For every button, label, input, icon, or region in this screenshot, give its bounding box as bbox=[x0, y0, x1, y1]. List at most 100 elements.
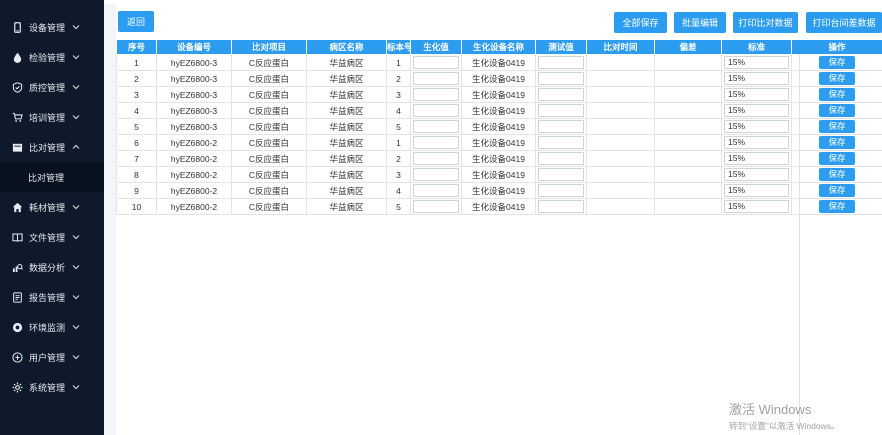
test-value-input[interactable] bbox=[538, 56, 584, 69]
standard-input[interactable]: 15% bbox=[724, 152, 789, 165]
bio-value-input[interactable] bbox=[413, 152, 459, 165]
row-save-button[interactable]: 保存 bbox=[819, 168, 855, 181]
device-id: hyEZ6800-2 bbox=[156, 134, 232, 151]
test-value-input[interactable] bbox=[538, 88, 584, 101]
chevron-down-icon bbox=[72, 353, 80, 361]
sample-number: 1 bbox=[386, 134, 411, 151]
bio-value-cell bbox=[410, 102, 462, 119]
test-value-input[interactable] bbox=[538, 72, 584, 85]
row-save-button[interactable]: 保存 bbox=[819, 136, 855, 149]
test-value-input[interactable] bbox=[538, 184, 584, 197]
sidebar-item-label: 用户管理 bbox=[29, 352, 66, 363]
bio-value-input[interactable] bbox=[413, 104, 459, 117]
content-panel: 返回 全部保存 批量编辑 打印比对数据 打印台间差数据 序号 设备编号 比对项目 病区… bbox=[116, 4, 882, 435]
bio-value-input[interactable] bbox=[413, 168, 459, 181]
row-save-button[interactable]: 保存 bbox=[819, 88, 855, 101]
sidebar-item-9[interactable]: 环境监测 bbox=[0, 312, 104, 342]
bio-device-name: 生化设备0419 bbox=[461, 150, 536, 167]
bio-value-input[interactable] bbox=[413, 200, 459, 213]
sidebar-item-5[interactable]: 耗材管理 bbox=[0, 192, 104, 222]
save-all-button[interactable]: 全部保存 bbox=[614, 12, 667, 33]
bio-value-cell bbox=[410, 118, 462, 135]
compare-time bbox=[586, 70, 655, 87]
chevron-down-icon bbox=[72, 113, 80, 121]
row-save-button[interactable]: 保存 bbox=[819, 200, 855, 213]
cart-icon bbox=[11, 111, 23, 123]
bio-value-input[interactable] bbox=[413, 56, 459, 69]
test-value-input[interactable] bbox=[538, 168, 584, 181]
monitor-icon bbox=[11, 321, 23, 333]
user-icon bbox=[11, 351, 23, 363]
windows-activation-watermark: 激活 Windows 转到“设置”以激活 Windows。 bbox=[729, 399, 840, 432]
sidebar-item-3[interactable]: 培训管理 bbox=[0, 102, 104, 132]
standard-cell: 15% bbox=[721, 102, 792, 119]
table-row: 4 hyEZ6800-3 C反应蛋白 华益病区 4 生化设备0419 15% 保存 bbox=[116, 102, 882, 119]
row-number: 5 bbox=[116, 118, 157, 135]
test-value-input[interactable] bbox=[538, 120, 584, 133]
bio-value-input[interactable] bbox=[413, 72, 459, 85]
column-header: 比对时间 bbox=[586, 39, 655, 55]
sidebar-item-8[interactable]: 报告管理 bbox=[0, 282, 104, 312]
device-id: hyEZ6800-3 bbox=[156, 70, 232, 87]
standard-input[interactable]: 15% bbox=[724, 184, 789, 197]
test-value-input[interactable] bbox=[538, 136, 584, 149]
row-save-button[interactable]: 保存 bbox=[819, 72, 855, 85]
row-save-button[interactable]: 保存 bbox=[819, 104, 855, 117]
action-cell: 保存 bbox=[791, 150, 882, 167]
test-value-input[interactable] bbox=[538, 152, 584, 165]
standard-input[interactable]: 15% bbox=[724, 120, 789, 133]
batch-edit-button[interactable]: 批量编辑 bbox=[674, 12, 726, 33]
standard-input[interactable]: 15% bbox=[724, 168, 789, 181]
test-value-input[interactable] bbox=[538, 104, 584, 117]
row-number: 10 bbox=[116, 198, 157, 215]
ward-name: 华益病区 bbox=[306, 150, 387, 167]
standard-cell: 15% bbox=[721, 134, 792, 151]
sidebar-item-1[interactable]: 检验管理 bbox=[0, 42, 104, 72]
standard-input[interactable]: 15% bbox=[724, 56, 789, 69]
row-number: 7 bbox=[116, 150, 157, 167]
compare-time bbox=[586, 150, 655, 167]
row-save-button[interactable]: 保存 bbox=[819, 56, 855, 69]
standard-input[interactable]: 15% bbox=[724, 200, 789, 213]
sidebar-item-0[interactable]: 设备管理 bbox=[0, 12, 104, 42]
test-value-input[interactable] bbox=[538, 200, 584, 213]
row-save-button[interactable]: 保存 bbox=[819, 184, 855, 197]
ward-name: 华益病区 bbox=[306, 182, 387, 199]
standard-input[interactable]: 15% bbox=[724, 88, 789, 101]
sidebar-item-2[interactable]: 质控管理 bbox=[0, 72, 104, 102]
compare-time bbox=[586, 86, 655, 103]
sidebar-item-6[interactable]: 文件管理 bbox=[0, 222, 104, 252]
ward-name: 华益病区 bbox=[306, 54, 387, 71]
compare-item: C反应蛋白 bbox=[231, 150, 307, 167]
sidebar-item-4[interactable]: 比对管理 bbox=[0, 132, 104, 162]
back-button[interactable]: 返回 bbox=[118, 11, 154, 32]
sidebar-item-7[interactable]: 数据分析 bbox=[0, 252, 104, 282]
sidebar-subitem-active[interactable]: 比对管理 bbox=[0, 162, 104, 192]
sidebar-item-10[interactable]: 用户管理 bbox=[0, 342, 104, 372]
bio-value-input[interactable] bbox=[413, 136, 459, 149]
row-save-button[interactable]: 保存 bbox=[819, 120, 855, 133]
action-cell: 保存 bbox=[791, 86, 882, 103]
print-diff-data-button[interactable]: 打印台间差数据 bbox=[806, 12, 882, 33]
compare-item: C反应蛋白 bbox=[231, 182, 307, 199]
sidebar-item-11[interactable]: 系统管理 bbox=[0, 372, 104, 402]
standard-input[interactable]: 15% bbox=[724, 72, 789, 85]
deviation bbox=[654, 86, 722, 103]
panel-divider bbox=[799, 54, 800, 435]
deviation bbox=[654, 166, 722, 183]
standard-input[interactable]: 15% bbox=[724, 136, 789, 149]
ward-name: 华益病区 bbox=[306, 86, 387, 103]
row-save-button[interactable]: 保存 bbox=[819, 152, 855, 165]
compare-time bbox=[586, 102, 655, 119]
column-header: 设备编号 bbox=[156, 39, 232, 55]
book-icon bbox=[11, 231, 23, 243]
bio-value-input[interactable] bbox=[413, 120, 459, 133]
standard-input[interactable]: 15% bbox=[724, 104, 789, 117]
device-id: hyEZ6800-2 bbox=[156, 166, 232, 183]
ward-name: 华益病区 bbox=[306, 118, 387, 135]
chevron-down-icon bbox=[72, 323, 80, 331]
bio-device-name: 生化设备0419 bbox=[461, 134, 536, 151]
print-compare-data-button[interactable]: 打印比对数据 bbox=[733, 12, 798, 33]
bio-value-input[interactable] bbox=[413, 88, 459, 101]
bio-value-input[interactable] bbox=[413, 184, 459, 197]
